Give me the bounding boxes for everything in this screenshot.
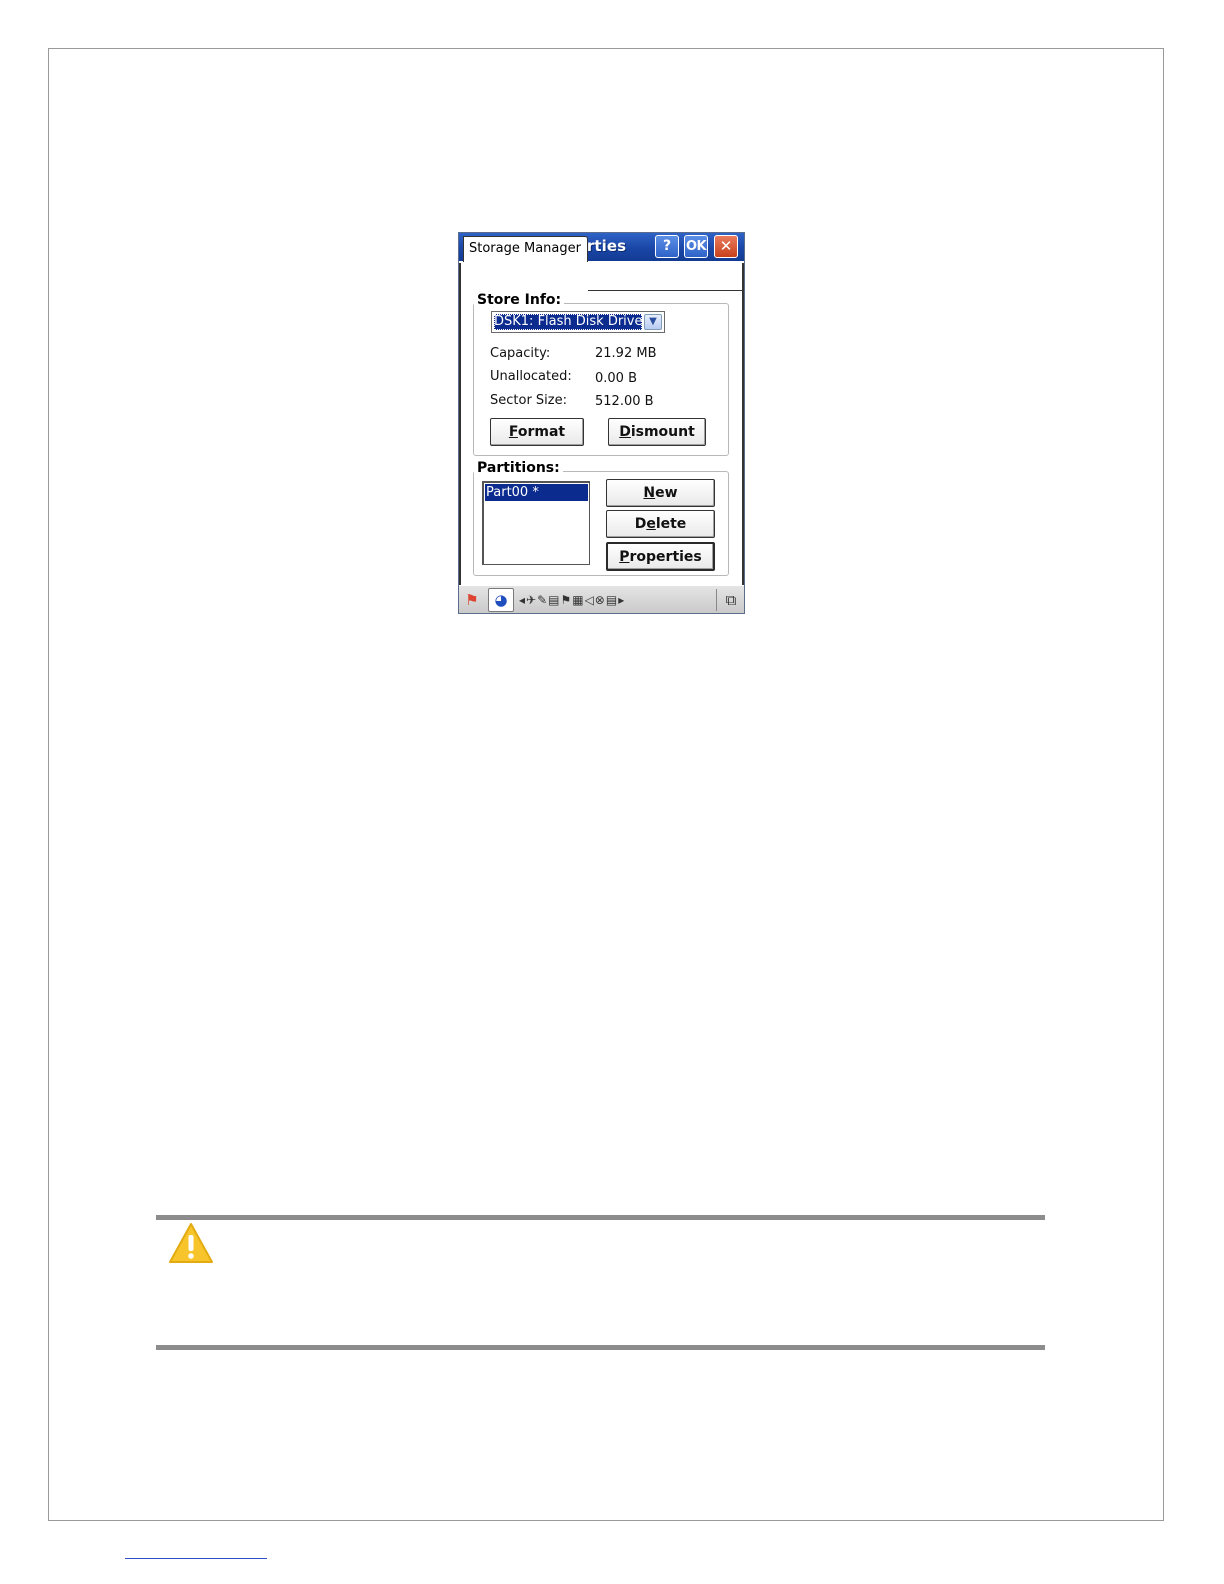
format-button-label: ormat bbox=[517, 424, 566, 440]
tab-strip bbox=[459, 261, 744, 291]
tab-divider bbox=[588, 290, 742, 291]
dismount-button[interactable]: Dismount bbox=[608, 418, 706, 446]
new-button-mnemonic: N bbox=[643, 485, 656, 501]
taskbar: ⚑ ◕ ◂✈✎▤⚑▦◁⊗▤▸ ⧉ bbox=[459, 585, 744, 613]
partitions-listbox[interactable]: Part00 * bbox=[482, 481, 590, 565]
notice-bottom-rule bbox=[156, 1345, 1045, 1350]
delete-button-label-end: lete bbox=[655, 516, 687, 532]
client-border-right bbox=[742, 263, 744, 585]
footer-link-underline bbox=[125, 1558, 267, 1559]
new-partition-button[interactable]: New bbox=[606, 479, 715, 507]
help-button[interactable]: ? bbox=[655, 235, 679, 258]
desktop-icon[interactable]: ⧉ bbox=[721, 591, 741, 609]
partitions-label: Partitions: bbox=[474, 460, 563, 476]
close-button[interactable]: ✕ bbox=[714, 235, 738, 258]
windows-flag-icon[interactable]: ⚑ bbox=[462, 591, 482, 609]
unallocated-label: Unallocated: bbox=[490, 369, 572, 384]
properties-button-label: roperties bbox=[629, 549, 702, 565]
store-select[interactable]: DSK1: Flash Disk Driver ▼ bbox=[491, 311, 665, 333]
new-button-label: ew bbox=[655, 485, 678, 501]
storage-properties-window: Storage Properties ? OK ✕ Storage Manage… bbox=[458, 232, 745, 614]
store-info-label: Store Info: bbox=[474, 292, 565, 308]
dismount-button-label: ismount bbox=[630, 424, 695, 440]
notice-top-rule bbox=[156, 1215, 1045, 1220]
dismount-button-mnemonic: D bbox=[619, 424, 631, 440]
capacity-label: Capacity: bbox=[490, 346, 551, 361]
warning-icon bbox=[169, 1223, 213, 1263]
delete-button-label-start: D bbox=[634, 516, 647, 532]
ok-button[interactable]: OK bbox=[684, 235, 708, 258]
taskbar-separator bbox=[716, 589, 717, 611]
delete-partition-button[interactable]: Delete bbox=[606, 510, 715, 538]
format-button-mnemonic: F bbox=[508, 424, 518, 440]
properties-button-mnemonic: P bbox=[619, 549, 630, 565]
partition-properties-button[interactable]: Properties bbox=[606, 542, 715, 571]
storage-app-icon[interactable]: ◕ bbox=[488, 588, 514, 612]
capacity-value: 21.92 MB bbox=[595, 346, 657, 361]
store-select-value: DSK1: Flash Disk Driver bbox=[494, 314, 642, 330]
format-button[interactable]: Format bbox=[490, 418, 584, 446]
sector-size-value: 512.00 B bbox=[595, 394, 654, 409]
delete-button-mnemonic: e bbox=[646, 516, 656, 532]
client-border-left bbox=[459, 263, 461, 585]
sector-size-label: Sector Size: bbox=[490, 393, 567, 408]
system-tray[interactable]: ◂✈✎▤⚑▦◁⊗▤▸ bbox=[519, 591, 709, 609]
unallocated-value: 0.00 B bbox=[595, 371, 637, 386]
chevron-down-icon[interactable]: ▼ bbox=[644, 314, 662, 330]
list-item[interactable]: Part00 * bbox=[485, 484, 588, 501]
tab-storage-manager[interactable]: Storage Manager bbox=[463, 236, 588, 262]
